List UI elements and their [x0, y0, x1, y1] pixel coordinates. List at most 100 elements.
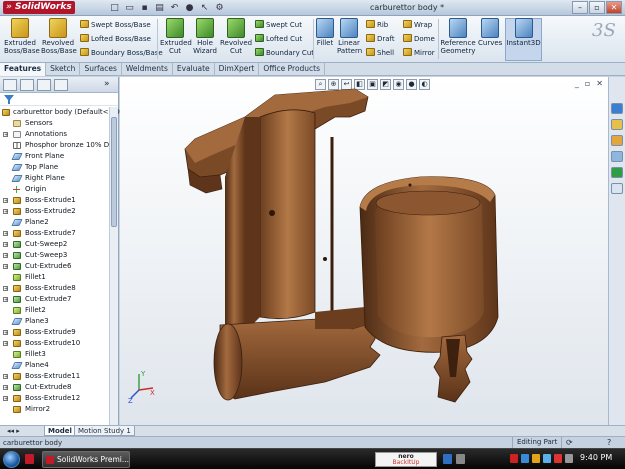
- reference-geometry-button[interactable]: Reference Geometry: [440, 18, 476, 55]
- options-icon[interactable]: ⚙: [213, 2, 226, 14]
- linear-pattern-button[interactable]: Linear Pattern: [337, 18, 362, 55]
- curves-button[interactable]: Curves: [478, 18, 502, 47]
- tree-item[interactable]: Right Plane: [0, 173, 110, 184]
- tree-root[interactable]: carburettor body (Default<<De: [0, 107, 124, 118]
- nero-backitup-widget[interactable]: nero BackItUp: [375, 452, 437, 467]
- swept-cut-button[interactable]: Swept Cut: [255, 20, 302, 30]
- tab-weldments[interactable]: Weldments: [122, 63, 173, 76]
- solidworks-logo[interactable]: SolidWorks: [3, 1, 75, 14]
- minimize-button[interactable]: –: [572, 1, 588, 14]
- expand-toggle-icon[interactable]: +: [3, 286, 8, 292]
- revolved-cut-button[interactable]: Revolved Cut: [220, 18, 252, 55]
- lofted-cut-button[interactable]: Lofted Cut: [255, 34, 302, 44]
- print-icon[interactable]: ▤: [153, 2, 166, 14]
- tree-item[interactable]: + Cut-Sweep3: [0, 250, 110, 261]
- help-icon[interactable]: ?: [607, 438, 611, 448]
- extruded-cut-button[interactable]: Extruded Cut: [160, 18, 192, 55]
- new-icon[interactable]: □: [108, 2, 121, 14]
- expand-toggle-icon[interactable]: +: [3, 297, 8, 303]
- tree-item[interactable]: Origin: [0, 184, 110, 195]
- maximize-button[interactable]: ▫: [589, 1, 605, 14]
- tray-alert-icon[interactable]: [554, 454, 562, 463]
- tree-item[interactable]: + Boss-Extrude10: [0, 338, 110, 349]
- tab-surfaces[interactable]: Surfaces: [80, 63, 122, 76]
- tree-item[interactable]: Fillet2: [0, 305, 110, 316]
- tree-item[interactable]: + Boss-Extrude9: [0, 327, 110, 338]
- tree-scroll-thumb[interactable]: [111, 117, 117, 227]
- tree-scrollbar[interactable]: [109, 107, 118, 425]
- expand-toggle-icon[interactable]: +: [3, 198, 8, 204]
- tree-item[interactable]: Plane4: [0, 360, 110, 371]
- tab-motion-study-1[interactable]: Motion Study 1: [74, 426, 135, 436]
- tree-item[interactable]: + Boss-Extrude11: [0, 371, 110, 382]
- tray-expand-icon[interactable]: [443, 454, 452, 464]
- tray-volume-icon[interactable]: [543, 454, 551, 463]
- expand-toggle-icon[interactable]: +: [3, 396, 8, 402]
- mirror-button[interactable]: Mirror: [403, 48, 435, 58]
- tree-item[interactable]: Top Plane: [0, 162, 110, 173]
- select-icon[interactable]: ↖: [198, 2, 211, 14]
- rebuild-icon[interactable]: ●: [183, 2, 196, 14]
- dome-button[interactable]: Dome: [403, 34, 435, 44]
- undo-icon[interactable]: ↶: [168, 2, 181, 14]
- expand-toggle-icon[interactable]: +: [3, 242, 8, 248]
- expand-toggle-icon[interactable]: +: [3, 231, 8, 237]
- dimxpert-manager-tab-icon[interactable]: [54, 79, 68, 91]
- configuration-manager-tab-icon[interactable]: [37, 79, 51, 91]
- tree-item[interactable]: Sensors: [0, 118, 110, 129]
- tab-evaluate[interactable]: Evaluate: [173, 63, 215, 76]
- clock[interactable]: 9:40 PM: [580, 453, 612, 462]
- tree-item[interactable]: + Cut-Sweep2: [0, 239, 110, 250]
- file-explorer-icon[interactable]: [611, 135, 623, 146]
- boundary-boss-button[interactable]: Boundary Boss/Base: [80, 48, 163, 58]
- tree-item[interactable]: Mirror2: [0, 404, 110, 415]
- draft-button[interactable]: Draft: [366, 34, 395, 44]
- wrap-button[interactable]: Wrap: [403, 20, 432, 30]
- view-palette-icon[interactable]: [611, 151, 623, 162]
- tree-item[interactable]: + Boss-Extrude2: [0, 206, 110, 217]
- swept-boss-button[interactable]: Swept Boss/Base: [80, 20, 151, 30]
- hole-wizard-button[interactable]: Hole Wizard: [192, 18, 218, 55]
- expand-toggle-icon[interactable]: +: [3, 385, 8, 391]
- boundary-cut-button[interactable]: Boundary Cut: [255, 48, 314, 58]
- expand-toggle-icon[interactable]: +: [3, 374, 8, 380]
- start-button[interactable]: [3, 451, 20, 468]
- revolved-boss-button[interactable]: Revolved Boss/Base: [41, 18, 77, 55]
- property-manager-tab-icon[interactable]: [20, 79, 34, 91]
- quicklaunch-icon[interactable]: [25, 454, 34, 464]
- tray-shield-icon[interactable]: [532, 454, 540, 463]
- expand-toggle-icon[interactable]: +: [3, 330, 8, 336]
- tray-power-icon[interactable]: [565, 454, 573, 463]
- tree-item[interactable]: + Annotations: [0, 129, 110, 140]
- feature-manager-tab-icon[interactable]: [3, 79, 17, 91]
- tab-features[interactable]: Features: [0, 63, 47, 76]
- appearances-icon[interactable]: [611, 167, 623, 178]
- extruded-boss-button[interactable]: Extruded Boss/Base: [4, 18, 40, 55]
- rib-button[interactable]: Rib: [366, 20, 388, 30]
- tree-item[interactable]: Fillet3: [0, 349, 110, 360]
- close-button[interactable]: ✕: [606, 1, 622, 14]
- open-icon[interactable]: ▭: [123, 2, 136, 14]
- carburettor-body-model[interactable]: [120, 77, 608, 425]
- tree-item[interactable]: Phosphor bronze 10% D, UN: [0, 140, 110, 151]
- tree-item[interactable]: Fillet1: [0, 272, 110, 283]
- expand-toggle-icon[interactable]: +: [3, 341, 8, 347]
- tab-model[interactable]: Model: [44, 426, 76, 436]
- keyboard-icon[interactable]: [456, 454, 465, 464]
- tree-item[interactable]: + Boss-Extrude7: [0, 228, 110, 239]
- tab-sketch[interactable]: Sketch: [46, 63, 81, 76]
- expand-toggle-icon[interactable]: +: [3, 264, 8, 270]
- expand-toggle-icon[interactable]: +: [3, 209, 8, 215]
- tree-item[interactable]: Plane3: [0, 316, 110, 327]
- rebuild-status-icon[interactable]: ⟳: [566, 438, 573, 448]
- tab-nav-arrows[interactable]: ◂◂ ▸ ▸▸: [4, 426, 30, 445]
- tree-item[interactable]: + Cut-Extrude8: [0, 382, 110, 393]
- tree-item[interactable]: + Boss-Extrude1: [0, 195, 110, 206]
- tray-app-icon[interactable]: [510, 454, 518, 463]
- tree-item[interactable]: + Cut-Extrude6: [0, 261, 110, 272]
- tree-item[interactable]: Front Plane: [0, 151, 110, 162]
- resources-icon[interactable]: [611, 103, 623, 114]
- save-icon[interactable]: ▪: [138, 2, 151, 14]
- tab-office-products[interactable]: Office Products: [259, 63, 326, 76]
- lofted-boss-button[interactable]: Lofted Boss/Base: [80, 34, 151, 44]
